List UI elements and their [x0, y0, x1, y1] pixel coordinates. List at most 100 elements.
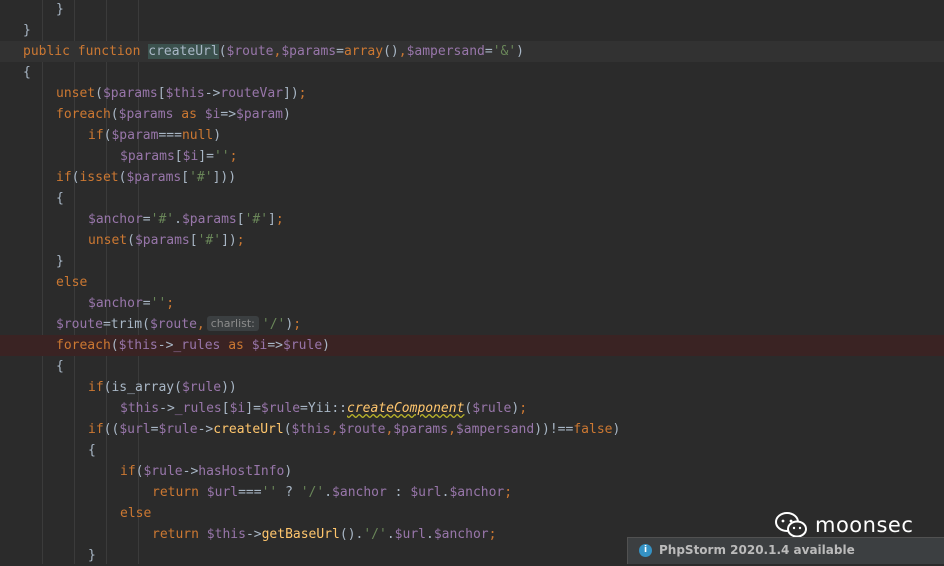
code-line[interactable]: $this->_rules[$i]=$rule=Yii::createCompo…	[0, 398, 944, 419]
code-line[interactable]: if($rule->hasHostInfo)	[0, 461, 944, 482]
code-line-content: {	[88, 440, 96, 461]
code-token: '#'	[150, 212, 175, 227]
code-line[interactable]: }	[0, 20, 944, 41]
code-line-content: if($rule->hasHostInfo)	[120, 461, 292, 482]
code-line[interactable]: return $url==='' ? '/'.$anchor : $url.$a…	[0, 482, 944, 503]
code-line[interactable]: foreach($this->_rules as $i=>$rule)	[0, 335, 944, 356]
code-token: return	[152, 527, 207, 542]
code-token: $params	[134, 233, 190, 248]
code-token: as	[228, 338, 252, 353]
code-token: else	[56, 275, 88, 290]
code-token: ?	[277, 485, 301, 500]
code-token: [	[181, 170, 190, 185]
code-token: ===	[158, 128, 182, 143]
update-notification[interactable]: i PhpStorm 2020.1.4 available	[627, 537, 944, 564]
code-token: else	[120, 506, 152, 521]
code-token: ]	[268, 212, 276, 227]
code-token: [	[236, 212, 245, 227]
code-token: $this	[206, 527, 246, 542]
code-token: $url	[206, 485, 239, 500]
code-token: }	[56, 2, 64, 17]
code-line-content: if(($url=$rule->createUrl($this,$route,$…	[88, 419, 620, 440]
code-line[interactable]: if(is_array($rule))	[0, 377, 944, 398]
code-line[interactable]: foreach($params as $i=>$param)	[0, 104, 944, 125]
code-line[interactable]: }	[0, 251, 944, 272]
code-token: $route	[338, 422, 386, 437]
code-line[interactable]: else	[0, 272, 944, 293]
code-token: '/'	[363, 527, 387, 542]
code-token: ::	[331, 401, 348, 416]
code-line[interactable]: {	[0, 62, 944, 83]
code-token: $params	[126, 170, 182, 185]
code-token: $url	[394, 527, 426, 542]
code-token: isset	[79, 170, 119, 185]
code-line[interactable]: if(isset($params['#']))	[0, 167, 944, 188]
code-token: $params	[102, 86, 158, 101]
code-token: hasHostInfo	[198, 464, 285, 479]
code-token: =	[142, 296, 151, 311]
code-token: unset	[56, 86, 96, 101]
code-token: _rules	[174, 401, 222, 416]
code-token: foreach	[56, 338, 111, 353]
code-token: ;	[275, 212, 284, 227]
code-line[interactable]: }	[0, 0, 944, 20]
code-editor[interactable]: }} public function createUrl($route,$para…	[0, 0, 944, 564]
code-token: )	[213, 128, 222, 143]
code-token: unset	[88, 233, 128, 248]
code-token: createComponent	[347, 401, 465, 416]
code-line[interactable]: public function createUrl($route, $params…	[0, 41, 944, 62]
code-line[interactable]: $params[$i]='';	[0, 146, 944, 167]
code-token: =	[336, 44, 344, 59]
code-line[interactable]: unset($params[$this->routeVar]);	[0, 83, 944, 104]
code-token: .	[324, 485, 333, 500]
code-token: ))!==	[534, 422, 574, 437]
code-line-content: foreach($this->_rules as $i=>$rule)	[56, 335, 330, 356]
code-line[interactable]: $anchor='';	[0, 293, 944, 314]
code-line[interactable]: if(($url=$rule->createUrl($this,$route,$…	[0, 419, 944, 440]
code-token: $params	[281, 44, 337, 59]
code-token: if	[56, 170, 72, 185]
code-token: (	[110, 338, 119, 353]
code-line[interactable]: unset($params['#']);	[0, 230, 944, 251]
code-line[interactable]: {	[0, 356, 944, 377]
code-token: ))	[221, 380, 237, 395]
code-line-content: {	[56, 356, 64, 377]
code-token: '/'	[261, 317, 286, 332]
code-line-content: }	[88, 545, 96, 566]
code-token: '#'	[189, 170, 213, 185]
code-line[interactable]: {	[0, 188, 944, 209]
watermark-text: moonsec	[815, 513, 914, 537]
code-token: ,	[196, 317, 205, 332]
code-line-content: if(is_array($rule))	[88, 377, 237, 398]
code-token: ;	[298, 86, 307, 101]
code-token: [	[189, 233, 198, 248]
code-token: as	[181, 107, 205, 122]
code-token: (	[95, 86, 103, 101]
info-icon: i	[639, 544, 652, 557]
code-token: }	[88, 548, 96, 563]
code-token: ->	[159, 401, 175, 416]
code-line[interactable]: $route=trim($route, charlist: '/');	[0, 314, 944, 335]
code-token: $anchor	[88, 296, 143, 311]
code-line-content: unset($params['#']);	[88, 230, 245, 251]
notification-text[interactable]: PhpStorm 2020.1.4 available	[659, 543, 855, 557]
code-line-content: return $url==='' ? '/'.$anchor : $url.$a…	[152, 482, 512, 503]
code-line[interactable]: {	[0, 440, 944, 461]
code-token: $url	[119, 422, 151, 437]
code-token: $ampersand	[406, 44, 485, 59]
code-token: $rule	[260, 401, 301, 416]
code-line[interactable]: $anchor='#'.$params['#'];	[0, 209, 944, 230]
code-token: =>	[267, 338, 284, 353]
code-token: $this	[291, 422, 331, 437]
code-line-content: }	[23, 20, 31, 41]
code-token: ((	[103, 422, 120, 437]
code-token: trim	[110, 317, 143, 332]
code-token: return	[152, 485, 207, 500]
code-token: [	[221, 401, 230, 416]
code-token: ()	[339, 527, 356, 542]
code-token: )	[283, 107, 291, 122]
code-line-content: foreach($params as $i=>$param)	[56, 104, 291, 125]
code-line-content: unset($params[$this->routeVar]);	[56, 83, 307, 104]
code-line[interactable]: if($param===null)	[0, 125, 944, 146]
code-token: getBaseUrl	[261, 527, 340, 542]
